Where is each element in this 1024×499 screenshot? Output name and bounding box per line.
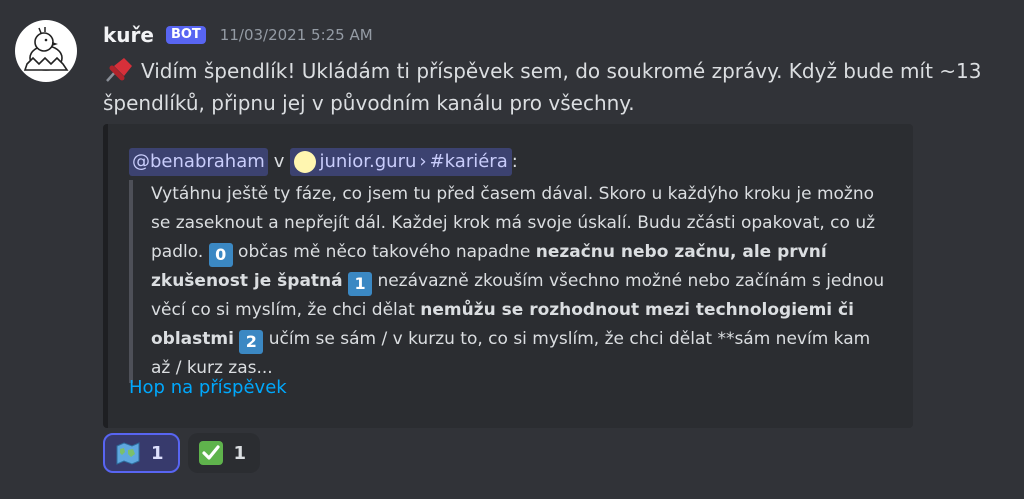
reactions: 1 1 xyxy=(103,433,261,473)
colon: : xyxy=(511,151,518,172)
quote-text-2: občas mě něco takového napadne xyxy=(232,242,536,262)
connector-text: v xyxy=(273,151,285,172)
chick-icon xyxy=(23,27,69,71)
message-header: kuře BOT 11/03/2021 5:25 AM xyxy=(103,23,373,47)
chevron-right-icon: › xyxy=(419,151,427,172)
keycap-0-icon: 0 xyxy=(208,243,233,267)
server-icon xyxy=(294,151,317,173)
message-content: Vidím špendlík! Ukládám ti příspěvek sem… xyxy=(103,55,1003,119)
message-text: Vidím špendlík! Ukládám ti příspěvek sem… xyxy=(103,59,982,115)
forward-embed: @benabraham v junior.guru › #kariéra : V… xyxy=(103,124,913,428)
keycap-2-icon: 2 xyxy=(239,330,264,354)
message: kuře BOT 11/03/2021 5:25 AM Vidím špendl… xyxy=(0,0,1024,499)
bot-avatar[interactable] xyxy=(15,20,77,82)
quoted-message: Vytáhnu ještě ty fáze, co jsem tu před č… xyxy=(129,180,891,383)
reaction-map[interactable]: 1 xyxy=(103,433,180,473)
jump-to-post-link[interactable]: Hop na příspěvek xyxy=(129,377,287,398)
channel-link[interactable]: junior.guru › #kariéra xyxy=(290,148,512,176)
author-name[interactable]: kuře xyxy=(103,23,154,47)
timestamp: 11/03/2021 5:25 AM xyxy=(219,26,373,44)
reaction-check[interactable]: 1 xyxy=(187,433,261,473)
embed-author-line: @benabraham v junior.guru › #kariéra : xyxy=(129,148,518,176)
keycap-1-icon: 1 xyxy=(348,272,373,296)
server-name: junior.guru xyxy=(319,151,417,172)
bot-badge: BOT xyxy=(165,26,206,44)
reaction-count: 1 xyxy=(233,442,247,464)
channel-name: #kariéra xyxy=(429,151,508,172)
pushpin-icon xyxy=(106,58,132,82)
check-mark-icon xyxy=(198,441,223,465)
user-mention[interactable]: @benabraham xyxy=(129,148,268,176)
world-map-icon xyxy=(116,442,140,465)
reaction-count: 1 xyxy=(151,442,164,464)
